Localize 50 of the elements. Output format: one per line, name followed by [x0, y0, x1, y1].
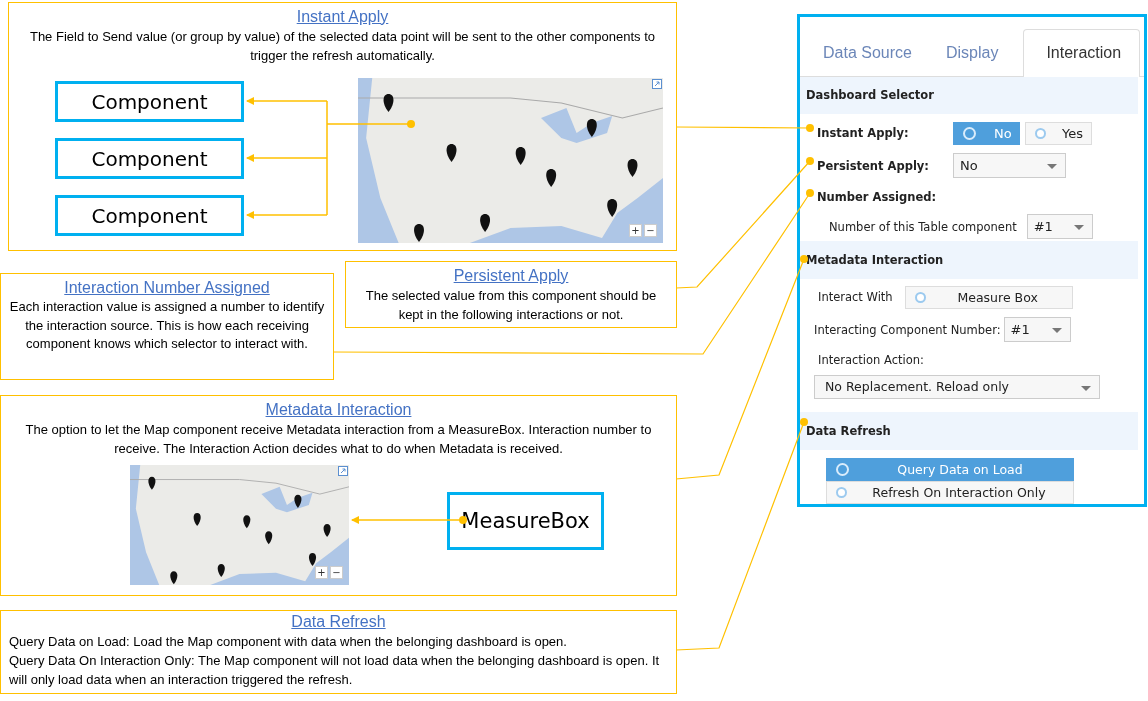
- field-label: Instant Apply:: [816, 126, 910, 141]
- radio-icon: [836, 463, 849, 476]
- tab[interactable]: Interaction: [1023, 28, 1141, 77]
- component-box: Component: [55, 138, 244, 179]
- radio-option[interactable]: Yes: [1025, 121, 1092, 145]
- field-label: Number Assigned:: [816, 189, 937, 204]
- section-header: Metadata Interaction: [800, 241, 1138, 280]
- zoom-out-button[interactable]: −: [644, 224, 657, 237]
- callout-text: Each interaction value is assigned a number to identify the interaction source. This is how each receiving component knows which selector to interact with.: [8, 298, 326, 353]
- zoom-in-button[interactable]: +: [629, 224, 642, 237]
- callout-title: Data Refresh: [291, 612, 386, 632]
- component-box: Component: [55, 81, 244, 122]
- radio-icon: [914, 291, 926, 303]
- field-label: Interaction Action:: [818, 352, 924, 367]
- radio-icon: [1035, 127, 1046, 139]
- callout-text: The Field to Send value (or group by value) of the selected data point will be sent to the other components to trigger the refresh automatically.: [28, 28, 657, 65]
- caret-icon: [1047, 164, 1057, 170]
- callout-text: Query Data On Interaction Only: The Map component will not load data when the belonging dashboard is open. It will only load data when an interaction triggered the refresh.: [9, 652, 661, 689]
- callout-text: Query Data on Load: Load the Map component with data when the belonging dashboard is open.: [9, 633, 568, 651]
- dropdown[interactable]: No: [953, 153, 1066, 179]
- section-header: Dashboard Selector: [800, 76, 1138, 115]
- caret-icon: [1073, 225, 1084, 231]
- zoom-out-button[interactable]: −: [330, 566, 343, 579]
- dropdown[interactable]: #1: [1003, 317, 1071, 343]
- caret-icon: [1081, 385, 1091, 391]
- callout-text: The selected value from this component should be kept in the following interactions or not.: [364, 287, 658, 324]
- radio-icon: [963, 126, 976, 140]
- callout-title: Interaction Number Assigned: [64, 278, 270, 298]
- section-header: Data Refresh: [800, 412, 1138, 450]
- caret-icon: [1051, 328, 1062, 334]
- callout-title: Metadata Interaction: [265, 400, 412, 420]
- zoom-in-button[interactable]: +: [315, 566, 328, 579]
- field-label: Number of this Table component: [829, 219, 1017, 234]
- callout-title: Instant Apply: [296, 7, 389, 27]
- measurebox-box: MeasureBox: [447, 492, 604, 550]
- expand-icon[interactable]: [652, 79, 662, 89]
- dropdown[interactable]: #1: [1026, 214, 1093, 240]
- callout-title: Persistent Apply: [453, 266, 569, 286]
- callout-text: The option to let the Map component receive Metadata interaction from a MeasureBox. Interaction number to receive. The Interaction Action decides what to do when Metadata is received.: [24, 421, 653, 458]
- radio-icon: [836, 487, 847, 498]
- radio-option[interactable]: Measure Box: [904, 285, 1073, 309]
- expand-icon[interactable]: [338, 466, 348, 476]
- field-label: Persistent Apply:: [816, 159, 930, 173]
- tab[interactable]: Data Source: [800, 28, 935, 77]
- tab[interactable]: Display: [934, 28, 1024, 77]
- component-box: Component: [55, 195, 244, 236]
- dropdown[interactable]: No Replacement. Reload only: [814, 374, 1100, 399]
- radio-option[interactable]: Refresh On Interaction Only: [826, 481, 1074, 504]
- field-label: Interacting Component Number:: [814, 322, 1001, 337]
- field-label: Interact With: [818, 290, 893, 305]
